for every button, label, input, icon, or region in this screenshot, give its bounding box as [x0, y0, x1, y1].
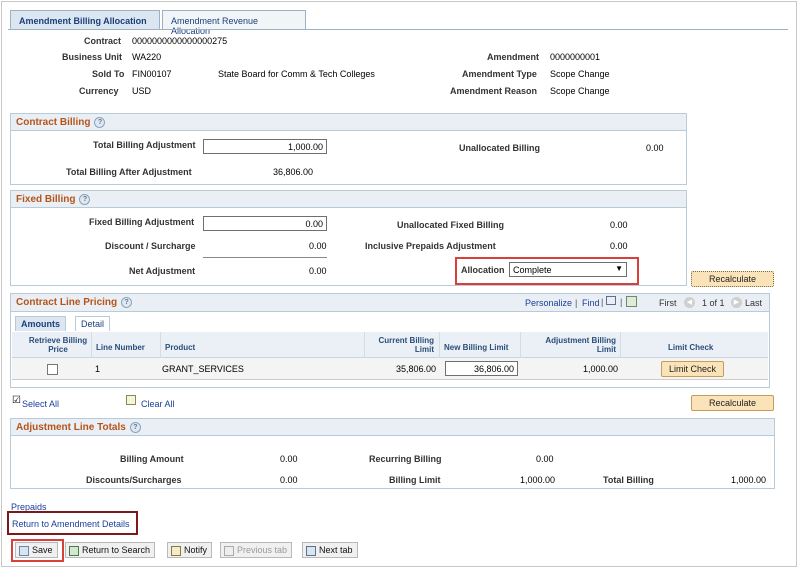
allocation-selected-value: Complete — [513, 265, 552, 275]
retrieve-price-checkbox[interactable] — [47, 364, 58, 375]
discounts-surcharges-label: Discounts/Surcharges — [86, 475, 182, 485]
billing-limit-value: 1,000.00 — [520, 475, 556, 485]
currency-label: Currency — [79, 86, 119, 96]
notify-button[interactable]: Notify — [167, 542, 213, 558]
previous-tab-label: Previous tab — [237, 545, 288, 555]
contract-billing-title: Contract Billing — [16, 117, 91, 129]
business-unit-value: WA220 — [132, 52, 162, 62]
net-adjustment-value: 0.00 — [309, 266, 327, 276]
col-current-billing-limit: Current Billing Limit — [378, 336, 434, 354]
chevron-down-icon: ▼ — [615, 264, 623, 273]
unallocated-fixed-billing-value: 0.00 — [610, 220, 628, 230]
contract-value: 0000000000000000275 — [132, 36, 228, 46]
amendment-reason-value: Scope Change — [550, 86, 610, 96]
table-row: 1 GRANT_SERVICES 35,806.00 36,806.00 1,0… — [12, 358, 768, 380]
fixed-billing-title: Fixed Billing — [16, 194, 76, 206]
currency-value: USD — [132, 86, 152, 96]
save-button[interactable]: Save — [15, 542, 58, 558]
recurring-billing-label: Recurring Billing — [369, 454, 442, 464]
next-tab-icon — [306, 545, 316, 556]
total-billing-adjustment-label: Total Billing Adjustment — [93, 140, 196, 150]
total-billing-after-adjustment-label: Total Billing After Adjustment — [66, 167, 192, 177]
unallocated-fixed-billing-label: Unallocated Fixed Billing — [397, 220, 505, 230]
line-pricing-grid: Retrieve Billing Price Line Number Produ… — [12, 292, 768, 388]
billing-limit-label: Billing Limit — [389, 475, 441, 485]
recurring-billing-value: 0.00 — [536, 454, 554, 464]
discount-surcharge-value: 0.00 — [309, 241, 327, 251]
sold-to-label: Sold To — [92, 69, 125, 79]
line-number-cell: 1 — [95, 364, 101, 374]
total-billing-label: Total Billing — [603, 475, 654, 485]
recalculate-button[interactable]: Recalculate — [691, 271, 774, 287]
fixed-billing-adjustment-input[interactable]: 0.00 — [203, 216, 327, 231]
adjustment-totals-header: Adjustment Line Totals? — [11, 419, 774, 436]
save-icon — [19, 545, 29, 556]
clear-all-link[interactable]: Clear All — [141, 399, 175, 409]
total-billing-value: 1,000.00 — [731, 475, 767, 485]
recalculate-button-2[interactable]: Recalculate — [691, 395, 774, 411]
previous-tab-icon — [224, 545, 234, 556]
col-limit-check: Limit Check — [668, 343, 714, 352]
previous-tab-button[interactable]: Previous tab — [220, 542, 293, 558]
col-adjustment-billing-limit: Adjustment Billing Limit — [545, 336, 616, 354]
sold-to-name: State Board for Comm & Tech Colleges — [218, 69, 375, 79]
amendment-type-label: Amendment Type — [462, 69, 537, 79]
help-icon[interactable]: ? — [129, 422, 141, 433]
adjustment-billing-limit-cell: 1,000.00 — [582, 364, 618, 374]
contract-billing-header: Contract Billing? — [11, 114, 686, 131]
limit-check-button[interactable]: Limit Check — [661, 361, 724, 377]
select-all-checkbox-icon[interactable]: ☑ — [12, 395, 21, 406]
product-cell: GRANT_SERVICES — [162, 364, 244, 374]
col-line-number: Line Number — [96, 343, 145, 352]
discounts-surcharges-value: 0.00 — [280, 475, 298, 485]
return-to-search-button[interactable]: Return to Search — [65, 542, 156, 558]
tab-amendment-revenue-allocation[interactable]: Amendment Revenue Allocation — [162, 10, 306, 36]
contract-label: Contract — [84, 36, 122, 46]
inclusive-prepaids-adjustment-value: 0.00 — [610, 241, 628, 251]
help-icon[interactable]: ? — [94, 117, 106, 128]
select-all-link[interactable]: Select All — [22, 399, 59, 409]
col-new-billing-limit: New Billing Limit — [444, 343, 509, 352]
col-retrieve-billing-price: Retrieve Billing Price — [28, 336, 88, 354]
current-billing-limit-cell: 35,806.00 — [395, 364, 436, 374]
clear-all-checkbox-icon[interactable] — [126, 395, 136, 405]
net-adjustment-label: Net Adjustment — [129, 266, 196, 276]
tab-underline — [8, 29, 788, 30]
return-to-search-label: Return to Search — [82, 545, 151, 555]
adjustment-totals-title: Adjustment Line Totals — [16, 422, 126, 434]
save-label: Save — [32, 545, 53, 555]
total-rule — [203, 257, 327, 258]
billing-amount-label: Billing Amount — [120, 454, 184, 464]
unallocated-billing-label: Unallocated Billing — [459, 143, 541, 153]
amendment-type-value: Scope Change — [550, 69, 610, 79]
notify-icon — [171, 545, 181, 556]
amendment-reason-label: Amendment Reason — [450, 86, 538, 96]
fixed-billing-adjustment-label: Fixed Billing Adjustment — [89, 217, 195, 227]
tab-amendment-billing-allocation[interactable]: Amendment Billing Allocation — [10, 10, 160, 30]
next-tab-label: Next tab — [319, 545, 353, 555]
business-unit-label: Business Unit — [62, 52, 123, 62]
fixed-billing-header: Fixed Billing? — [11, 191, 686, 208]
inclusive-prepaids-adjustment-label: Inclusive Prepaids Adjustment — [365, 241, 496, 251]
new-billing-limit-input[interactable]: 36,806.00 — [445, 361, 518, 376]
billing-amount-value: 0.00 — [280, 454, 298, 464]
allocation-label: Allocation — [461, 265, 505, 275]
total-billing-adjustment-input[interactable]: 1,000.00 — [203, 139, 327, 154]
return-icon — [69, 545, 79, 556]
return-to-amendment-details-link[interactable]: Return to Amendment Details — [12, 519, 130, 529]
amendment-label: Amendment — [487, 52, 540, 62]
discount-surcharge-label: Discount / Surcharge — [105, 241, 196, 251]
unallocated-billing-value: 0.00 — [646, 143, 664, 153]
next-tab-button[interactable]: Next tab — [302, 542, 358, 558]
sold-to-value: FIN00107 — [132, 69, 172, 79]
col-product: Product — [165, 343, 196, 352]
allocation-select[interactable]: Complete ▼ — [509, 262, 627, 277]
help-icon[interactable]: ? — [79, 194, 91, 205]
amendment-value: 0000000001 — [550, 52, 601, 62]
notify-label: Notify — [184, 545, 208, 555]
total-billing-after-adjustment-value: 36,806.00 — [273, 167, 314, 177]
